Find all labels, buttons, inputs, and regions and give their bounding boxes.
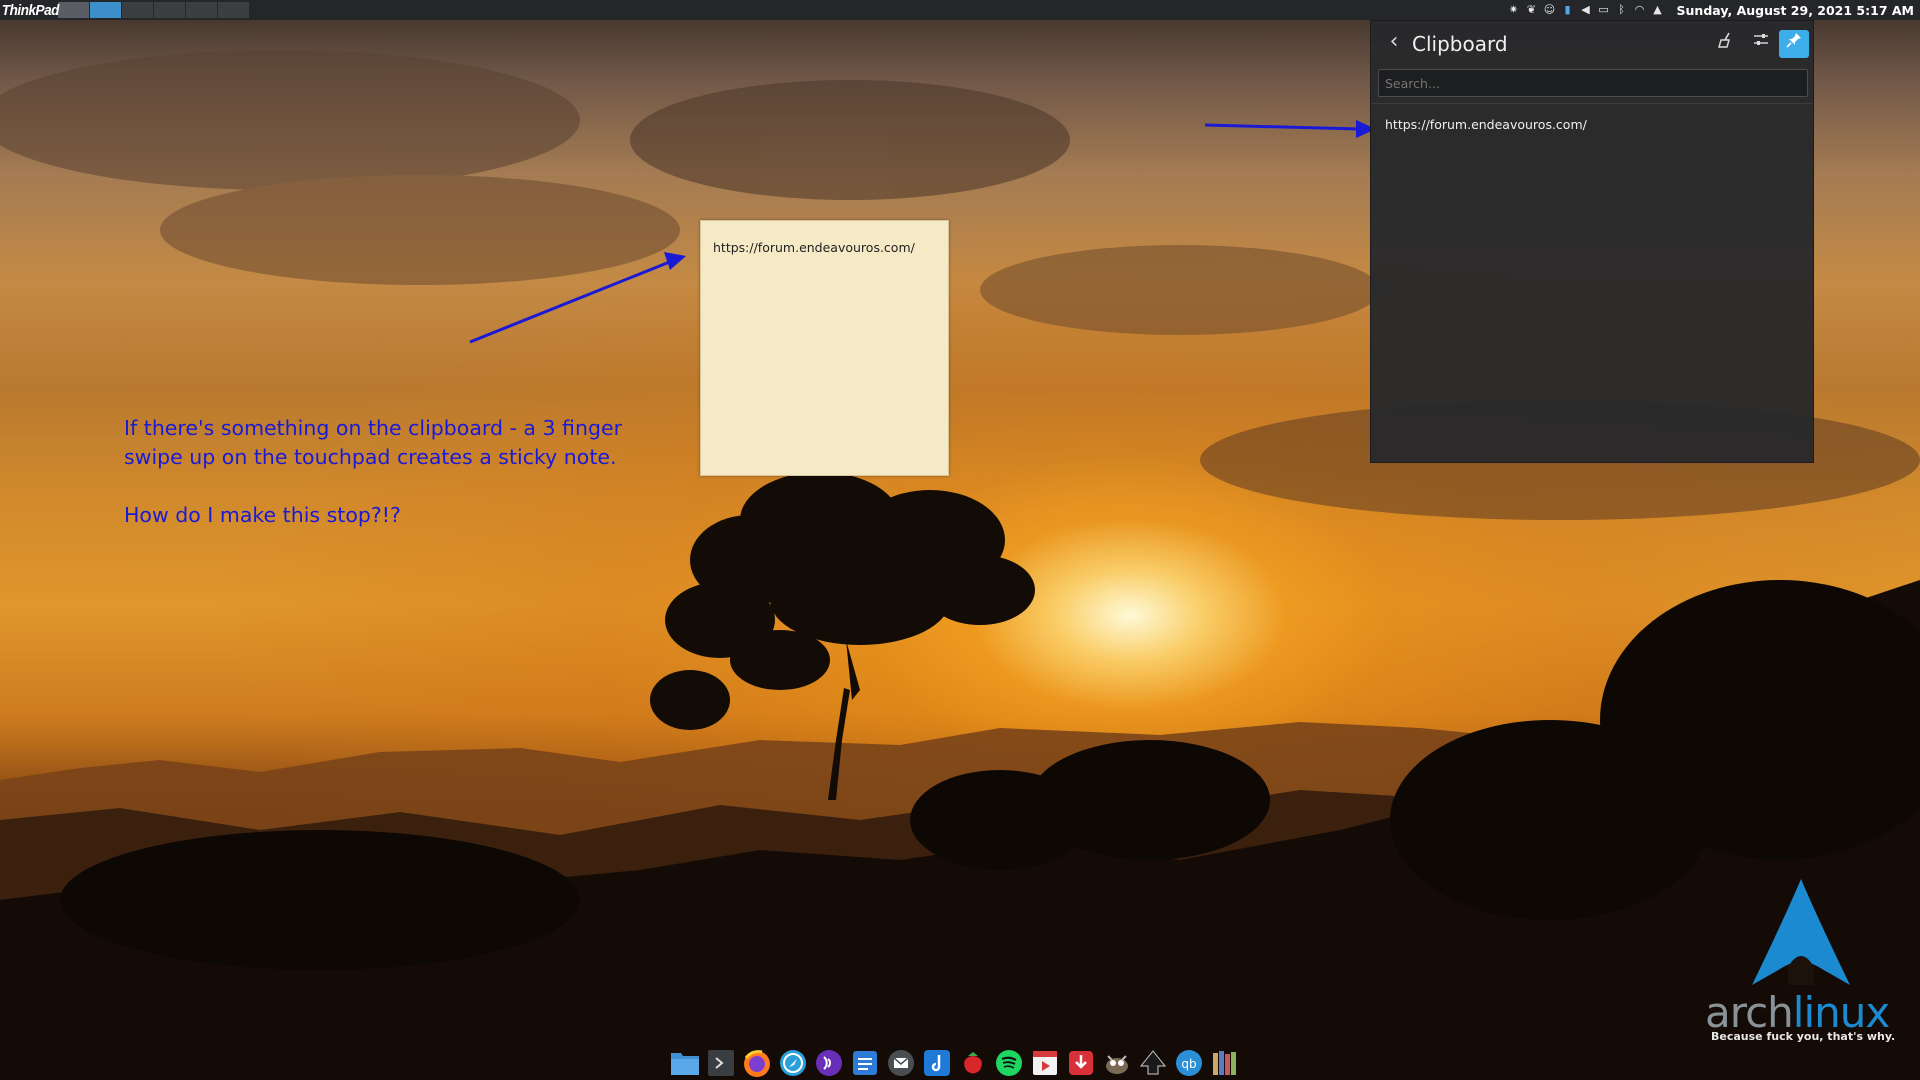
system-tray: ✷ ❦ ☺ ▮ ◀ ▭ ᛒ ◠ ▲ Sunday, August 29, 202…: [1505, 0, 1920, 20]
annotation-text: If there's something on the clipboard - …: [124, 414, 644, 530]
downloader-icon[interactable]: [1066, 1048, 1096, 1078]
virtual-desktop-pager: [58, 1, 250, 19]
display-icon[interactable]: ▭: [1595, 0, 1613, 20]
spotify-icon[interactable]: [994, 1048, 1024, 1078]
clipboard-title: Clipboard: [1412, 32, 1508, 56]
clipboard-entry[interactable]: https://forum.endeavouros.com/: [1385, 117, 1587, 132]
pin-icon: [1786, 33, 1801, 48]
pin-button[interactable]: [1779, 30, 1809, 58]
back-arrow-icon[interactable]: ‹: [1383, 31, 1405, 53]
desktop-5[interactable]: [186, 2, 217, 18]
music-app-icon[interactable]: [922, 1048, 952, 1078]
strawberry-icon[interactable]: [958, 1048, 988, 1078]
gimp-icon[interactable]: [1102, 1048, 1132, 1078]
browser-icon[interactable]: [778, 1048, 808, 1078]
desktop-4[interactable]: [154, 2, 185, 18]
battery-icon[interactable]: ▮: [1559, 0, 1577, 20]
broom-icon: [1718, 32, 1730, 48]
user-icon[interactable]: ☺: [1541, 0, 1559, 20]
arch-tagline: Because fuck you, that's why.: [1711, 1030, 1896, 1043]
clock[interactable]: Sunday, August 29, 2021 5:17 AM: [1677, 3, 1914, 18]
desktop-2[interactable]: [90, 2, 121, 18]
clipboard-search-input[interactable]: [1378, 69, 1808, 97]
sliders-icon: [1754, 34, 1768, 45]
volume-icon[interactable]: ◀: [1577, 0, 1595, 20]
video-editor-icon[interactable]: [1030, 1048, 1060, 1078]
plant-icon[interactable]: ❦: [1523, 0, 1541, 20]
clear-history-button[interactable]: [1711, 30, 1741, 58]
sticky-note-text[interactable]: https://forum.endeavouros.com/: [713, 240, 915, 255]
expand-arrow-icon[interactable]: ▲: [1649, 0, 1667, 20]
inkscape-icon[interactable]: [1138, 1048, 1168, 1078]
desktop-1[interactable]: [58, 2, 89, 18]
archlinux-logo: archlinux Because fuck you, that's why.: [1690, 875, 1920, 1055]
top-panel: ThinkPad ✷ ❦ ☺ ▮ ◀ ▭ ᛒ ◠ ▲ Sunday, Augus…: [0, 0, 1920, 20]
qbittorrent-icon[interactable]: qb: [1174, 1048, 1204, 1078]
svg-text:qb: qb: [1181, 1057, 1196, 1071]
firefox-icon[interactable]: [742, 1048, 772, 1078]
wifi-icon[interactable]: ◠: [1631, 0, 1649, 20]
annotation-spacer: [124, 472, 644, 501]
annotation-question: How do I make this stop?!?: [124, 503, 401, 527]
clipboard-header: ‹ Clipboard: [1371, 21, 1813, 65]
terminal-icon[interactable]: [706, 1048, 736, 1078]
mail-icon[interactable]: [886, 1048, 916, 1078]
annotation-line-1: If there's something on the clipboard - …: [124, 416, 623, 440]
podcast-icon[interactable]: [814, 1048, 844, 1078]
settings-gear-icon[interactable]: ✷: [1505, 0, 1523, 20]
desktop-3[interactable]: [122, 2, 153, 18]
bluetooth-icon[interactable]: ᛒ: [1613, 0, 1631, 20]
thinkpad-logo[interactable]: ThinkPad: [0, 2, 60, 19]
clipboard-popup: ‹ Clipboard https://forum.endeavouros.co…: [1370, 20, 1814, 463]
configure-button[interactable]: [1746, 30, 1776, 58]
library-icon[interactable]: [1210, 1048, 1240, 1078]
desktop-6[interactable]: [218, 2, 249, 18]
dock: qb: [670, 1046, 1246, 1080]
arrow-head-to-sticky: [664, 252, 686, 270]
divider: [1371, 103, 1813, 104]
sticky-note[interactable]: https://forum.endeavouros.com/: [700, 220, 949, 476]
arch-triangle-icon: [1752, 879, 1850, 985]
notes-icon[interactable]: [850, 1048, 880, 1078]
file-manager-icon[interactable]: [670, 1048, 700, 1078]
annotation-line-2: swipe up on the touchpad creates a stick…: [124, 445, 617, 469]
